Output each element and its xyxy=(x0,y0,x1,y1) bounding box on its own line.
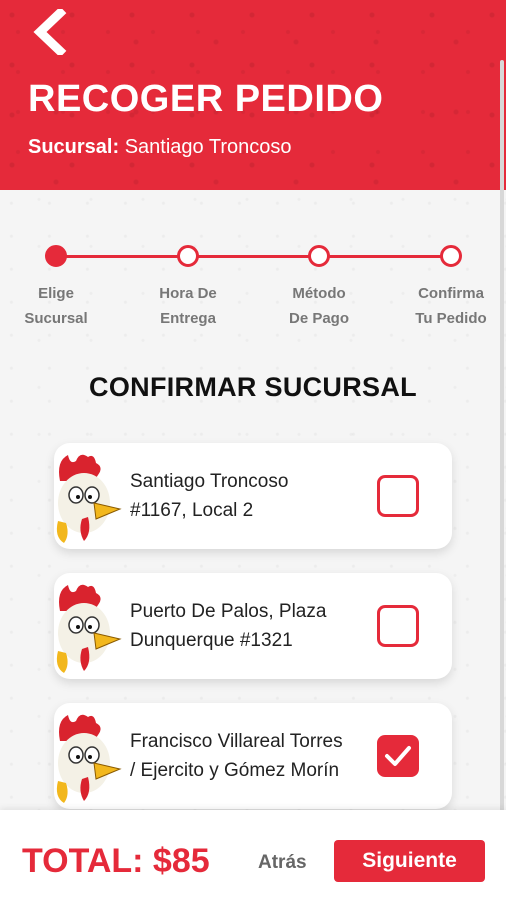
branch-name: Puerto De Palos, Plaza Dunquerque #1321 xyxy=(130,601,327,651)
step-hora-entrega[interactable]: Hora De Entrega xyxy=(128,245,248,331)
progress-stepper: Elige Sucursal Hora De Entrega Método De Pa… xyxy=(0,238,506,338)
step-dot xyxy=(440,245,462,267)
rooster-mascot-icon xyxy=(56,454,122,543)
page-title: RECOGER PEDIDO xyxy=(28,78,384,120)
chevron-left-icon xyxy=(33,9,67,55)
content-area[interactable]: Elige Sucursal Hora De Entrega Método De Pa… xyxy=(0,190,506,810)
branch-value: Santiago Troncoso xyxy=(124,136,292,158)
back-button[interactable] xyxy=(26,6,74,58)
branch-label: Sucursal: xyxy=(28,136,120,158)
branch-name: Francisco Villareal Torres / Ejercito y … xyxy=(130,731,343,781)
branch-card[interactable]: Puerto De Palos, Plaza Dunquerque #1321 xyxy=(54,573,452,679)
branch-card[interactable]: Santiago Troncoso #1167, Local 2 xyxy=(54,443,452,549)
step-label: Elige Sucursal xyxy=(24,285,88,327)
step-label: Confirma Tu Pedido xyxy=(415,285,487,327)
step-dot xyxy=(45,245,67,267)
branch-name: Santiago Troncoso #1167, Local 2 xyxy=(130,471,289,521)
back-link[interactable]: Atrás xyxy=(258,852,307,874)
step-confirma-pedido[interactable]: Confirma Tu Pedido xyxy=(391,245,506,331)
step-elige-sucursal[interactable]: Elige Sucursal xyxy=(0,245,116,331)
step-dot xyxy=(308,245,330,267)
checkmark-icon xyxy=(385,746,411,766)
step-dot xyxy=(177,245,199,267)
order-total: TOTAL: $85 xyxy=(22,842,210,880)
step-label: Método De Pago xyxy=(288,285,349,327)
header: RECOGER PEDIDO Sucursal: Santiago Tronco… xyxy=(0,0,506,190)
branch-checkbox[interactable] xyxy=(377,475,419,517)
next-button[interactable]: Siguiente xyxy=(334,840,485,882)
rooster-mascot-icon xyxy=(56,714,122,803)
section-title: CONFIRMAR SUCURSAL xyxy=(89,372,417,402)
branch-subtitle: Sucursal: Santiago Troncoso xyxy=(28,136,292,159)
step-metodo-pago[interactable]: Método De Pago xyxy=(259,245,379,331)
step-label: Hora De Entrega xyxy=(159,285,217,327)
rooster-mascot-icon xyxy=(56,584,122,673)
branch-card[interactable]: Francisco Villareal Torres / Ejercito y … xyxy=(54,703,452,809)
branch-checkbox[interactable] xyxy=(377,605,419,647)
branch-checkbox[interactable] xyxy=(377,735,419,777)
footer-bar: TOTAL: $85 Atrás Siguiente xyxy=(0,810,506,900)
scrollbar[interactable] xyxy=(500,60,504,820)
